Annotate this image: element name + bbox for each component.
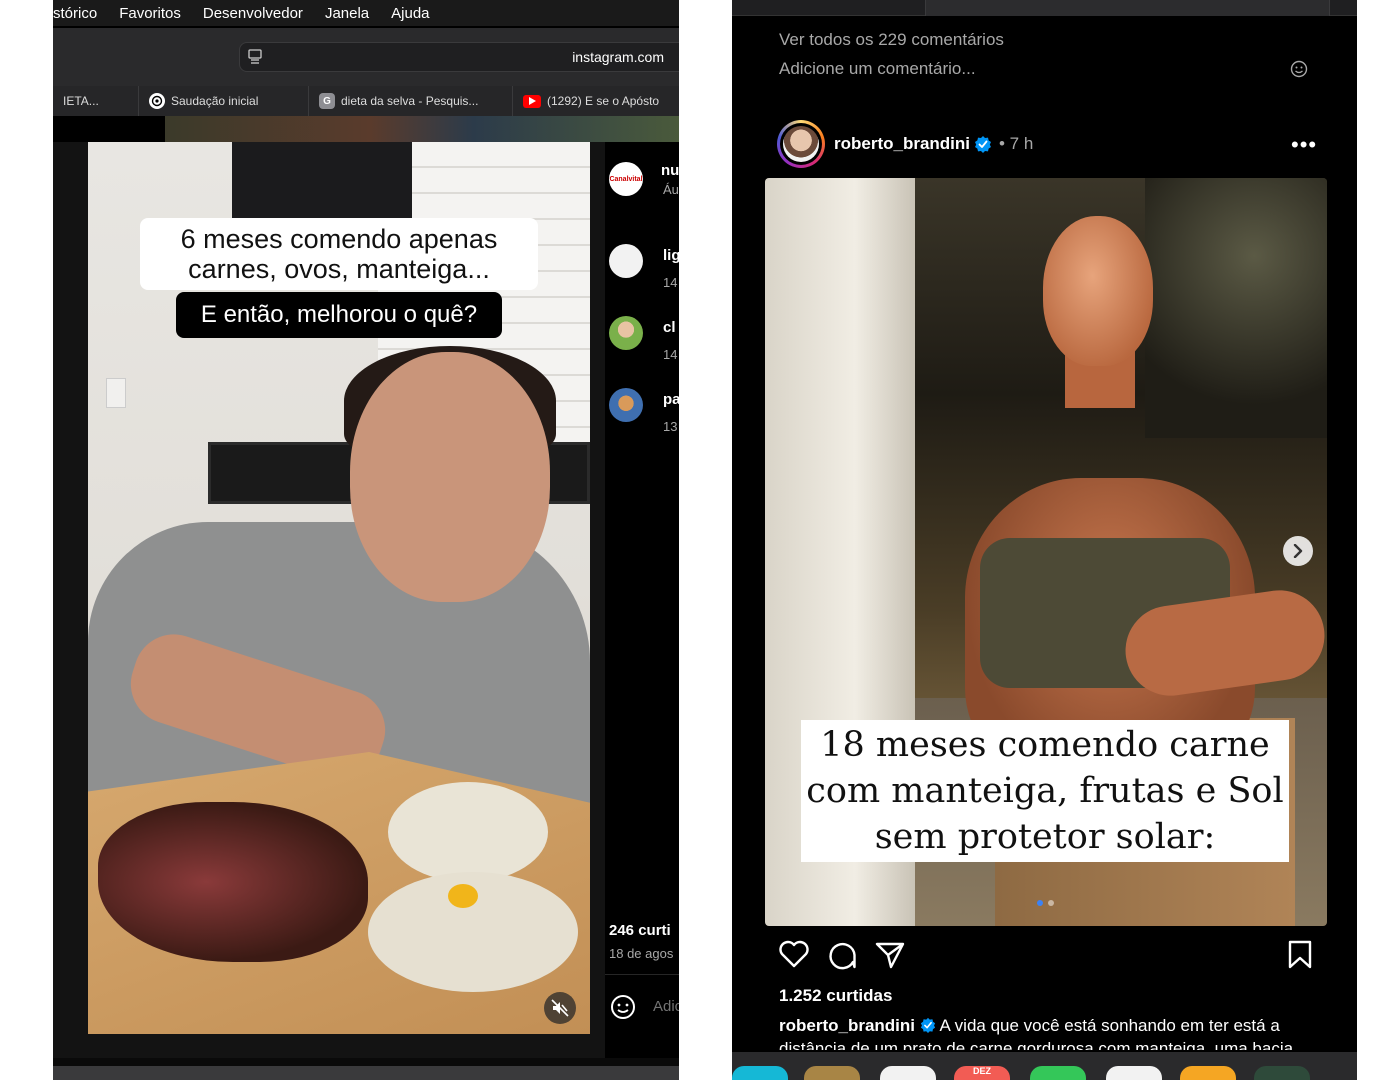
avatar[interactable] <box>777 120 825 168</box>
comment-time: 13 <box>663 419 678 434</box>
menu-desenvolvedor[interactable]: Desenvolvedor <box>203 5 303 22</box>
post-caption: roberto_brandini A vida que você está so… <box>779 1016 1280 1036</box>
comment-username[interactable]: nu <box>661 162 679 179</box>
tab-label: IETA... <box>63 94 99 108</box>
avatar[interactable] <box>609 316 643 350</box>
comments-panel: Canalvital nu Áu lig 14 cl 14 pa 13 <box>605 142 679 1058</box>
carousel-indicator <box>1037 900 1054 906</box>
video-tv <box>232 142 412 218</box>
caption-username[interactable]: roberto_brandini <box>779 1016 915 1035</box>
next-image-button[interactable] <box>1283 536 1313 566</box>
reel-viewer: 6 meses comendo apenas carnes, ovos, man… <box>53 142 679 1058</box>
footer-links <box>53 1058 679 1066</box>
video-light-switch <box>106 378 126 408</box>
comment-username[interactable]: cl <box>663 319 676 336</box>
dock <box>53 1066 679 1080</box>
tab-dieta-da-selva[interactable]: G dieta da selva - Pesquis... <box>309 86 513 116</box>
more-options-icon[interactable]: ••• <box>1291 132 1317 158</box>
dock-app-icon[interactable] <box>804 1066 860 1080</box>
youtube-icon <box>523 94 541 108</box>
photo-person-head <box>1043 216 1153 366</box>
video-egg-yolk <box>448 884 478 908</box>
speaker-muted-icon <box>551 999 569 1017</box>
add-comment-input[interactable]: Adic <box>653 998 679 1015</box>
photo-trees <box>1145 178 1327 438</box>
tab-instagram[interactable] <box>926 0 1330 16</box>
photo-caption: 18 meses comendo carne com manteiga, fru… <box>801 720 1289 862</box>
dock-app-icon[interactable] <box>1254 1066 1310 1080</box>
video-caption-bottom: E então, melhorou o quê? <box>176 292 502 338</box>
verified-badge-icon <box>920 1017 935 1033</box>
bookmark-icon[interactable] <box>1287 940 1313 970</box>
chatgpt-icon <box>149 93 165 109</box>
tab-label: Saudação inicial <box>171 94 259 108</box>
like-count[interactable]: 246 curti <box>609 922 671 939</box>
menu-favoritos[interactable]: Favoritos <box>119 5 181 22</box>
avatar[interactable]: Canalvital <box>609 162 643 196</box>
toolbar: instagram.com <box>53 28 679 86</box>
caption-text: A vida que você está sonhando em ter est… <box>939 1016 1280 1035</box>
post-image[interactable]: 18 meses comendo carne com manteiga, fru… <box>765 178 1327 926</box>
tab-saudacao[interactable]: Saudação inicial <box>139 86 309 116</box>
dock: DEZ <box>732 1052 1357 1080</box>
video-steak <box>98 802 368 962</box>
avatar[interactable] <box>609 244 643 278</box>
caption-text-continued: distância de um prato de carne gordurosa… <box>779 1039 1294 1050</box>
tab-bar <box>732 0 1357 16</box>
left-browser-window: stórico Favoritos Desenvolvedor Janela A… <box>53 0 679 1080</box>
comment-username[interactable]: lig <box>663 247 679 264</box>
reel-video[interactable]: 6 meses comendo apenas carnes, ovos, man… <box>88 142 590 1034</box>
post-header: roberto_brandini • 7 h ••• <box>777 120 1317 168</box>
address-bar[interactable]: instagram.com <box>239 42 679 72</box>
post-username[interactable]: roberto_brandini <box>834 134 970 154</box>
tab-label: (1292) E se o Apósto <box>547 94 660 108</box>
video-egg <box>388 782 548 882</box>
menu-historico[interactable]: stórico <box>53 5 97 22</box>
menu-janela[interactable]: Janela <box>325 5 369 22</box>
dock-app-icon[interactable] <box>1106 1066 1162 1080</box>
right-browser-window: Ver todos os 229 comentários Adicione um… <box>732 0 1357 1080</box>
tab-label: dieta da selva - Pesquis... <box>341 94 479 108</box>
divider <box>605 974 679 975</box>
dock-app-icon[interactable] <box>1030 1066 1086 1080</box>
tab-youtube[interactable]: (1292) E se o Apósto <box>513 86 679 116</box>
menu-ajuda[interactable]: Ajuda <box>391 5 429 22</box>
post-time: • 7 h <box>999 134 1034 153</box>
menu-bar: stórico Favoritos Desenvolvedor Janela A… <box>53 0 679 26</box>
like-count[interactable]: 1.252 curtidas <box>779 986 892 1006</box>
mute-button[interactable] <box>544 992 576 1024</box>
verified-badge-icon <box>975 136 991 153</box>
video-caption-top: 6 meses comendo apenas carnes, ovos, man… <box>140 218 538 290</box>
tab-search[interactable] <box>732 0 926 16</box>
tab-bar: IETA... Saudação inicial G dieta da selv… <box>53 86 679 116</box>
heart-icon[interactable] <box>779 940 809 968</box>
chevron-right-icon <box>1293 544 1303 558</box>
reader-icon[interactable] <box>248 49 262 65</box>
url-text: instagram.com <box>572 49 664 65</box>
tab-dieta[interactable]: IETA... <box>53 86 139 116</box>
calendar-icon[interactable]: DEZ <box>954 1066 1010 1080</box>
add-comment-input[interactable]: Adicione um comentário... <box>779 59 976 79</box>
dock-app-icon[interactable] <box>732 1066 788 1080</box>
emoji-icon[interactable] <box>1290 60 1308 78</box>
post-banner-strip <box>165 116 679 142</box>
comment-subtitle: Áu <box>663 182 679 197</box>
google-icon: G <box>319 93 335 109</box>
dock-app-icon[interactable] <box>880 1066 936 1080</box>
comment-icon[interactable] <box>827 940 857 970</box>
comment-time: 14 <box>663 347 678 362</box>
emoji-icon[interactable] <box>609 993 637 1021</box>
video-person-face <box>350 352 550 602</box>
carousel-dot <box>1048 900 1054 906</box>
avatar[interactable] <box>609 388 643 422</box>
comment-time: 14 <box>663 275 678 290</box>
carousel-dot-active <box>1037 900 1043 906</box>
comment-username[interactable]: pa <box>663 391 679 408</box>
post-date: 18 de agos <box>609 946 674 961</box>
post-actions <box>779 940 1319 972</box>
dock-app-icon[interactable] <box>1180 1066 1236 1080</box>
share-icon[interactable] <box>875 940 905 970</box>
view-all-comments-link[interactable]: Ver todos os 229 comentários <box>779 30 1004 50</box>
